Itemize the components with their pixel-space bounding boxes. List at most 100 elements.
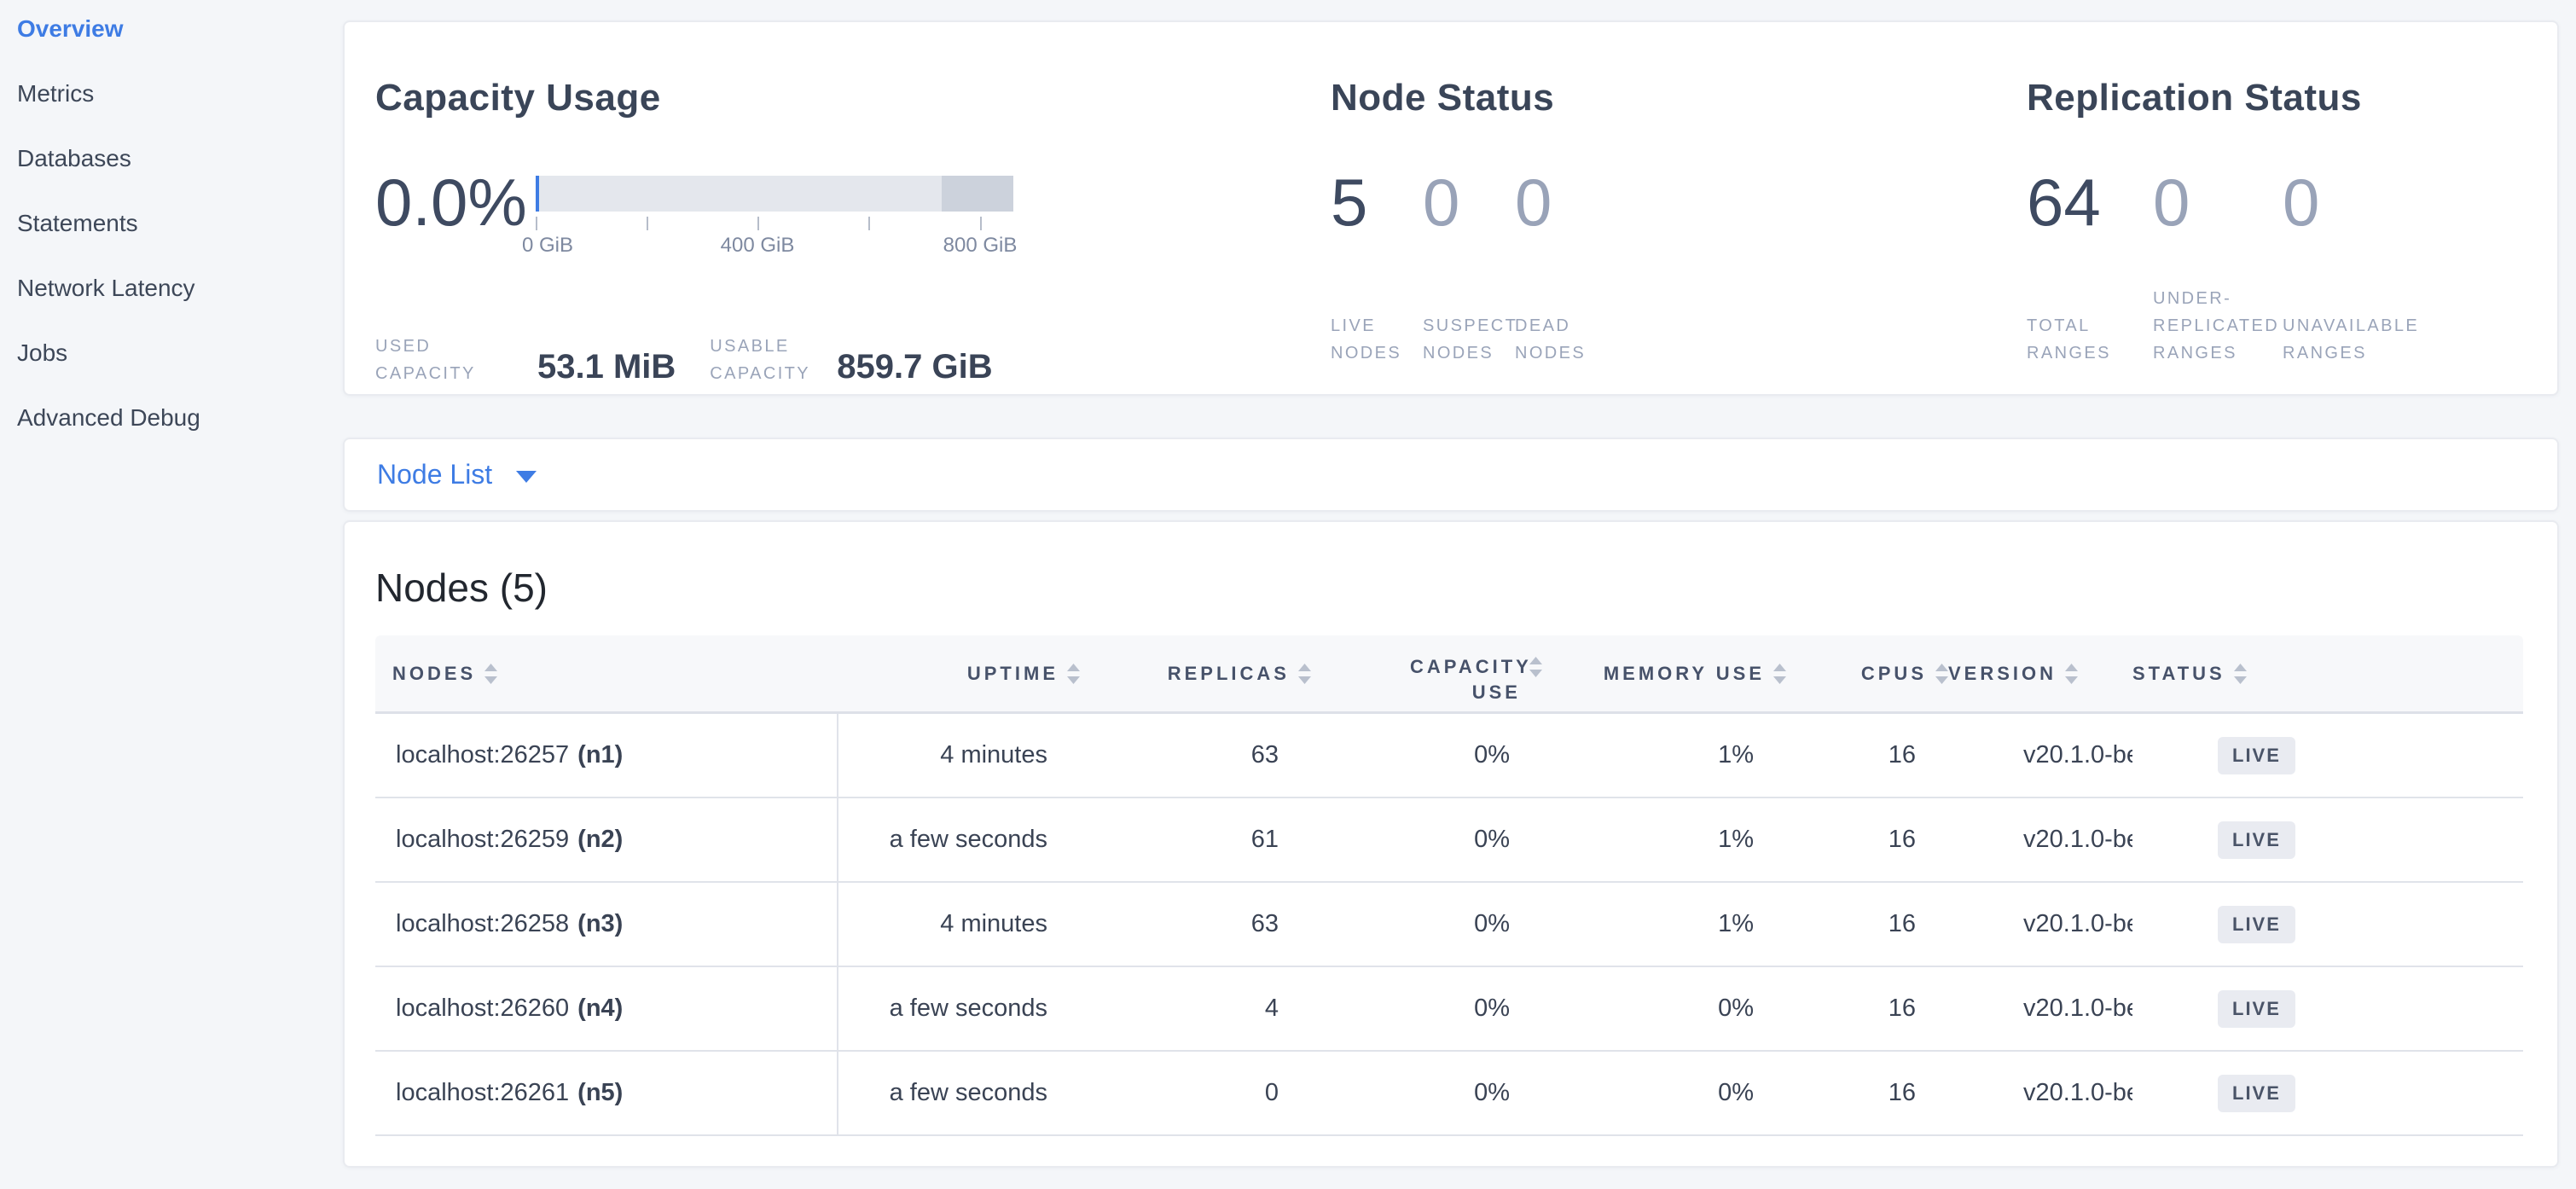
column-header-nodes[interactable]: NODES	[375, 663, 838, 685]
axis-tick-label: 0 GiB	[522, 234, 573, 258]
version-cell: v20.1.0-bet…	[1948, 826, 2132, 854]
capacity-use-cell: 0%	[1311, 910, 1542, 938]
column-header-label: NODES	[392, 663, 476, 685]
uptime-cell: 4 minutes	[838, 741, 1080, 769]
table-row[interactable]: localhost:26260 (n4) a few seconds 4 0% …	[375, 967, 2523, 1052]
sidebar-item-databases[interactable]: Databases	[17, 135, 131, 183]
sort-icon[interactable]	[484, 663, 497, 685]
cpus-cell: 16	[1786, 741, 1948, 769]
suspect-nodes-count: 0	[1423, 169, 1459, 235]
sort-icon[interactable]	[1298, 663, 1311, 685]
capacity-bar-axis: 0 GiB 400 GiB 800 GiB	[536, 212, 1013, 263]
replicas-cell: 4	[1080, 995, 1311, 1023]
axis-tick	[757, 217, 759, 230]
memory-use-cell: 0%	[1542, 1079, 1786, 1107]
column-header-cpus[interactable]: CPUS	[1786, 663, 1948, 685]
node-id: (n1)	[577, 741, 623, 769]
axis-tick	[980, 217, 982, 230]
used-capacity-label: USED CAPACITY	[375, 333, 505, 387]
node-address: localhost:26257	[396, 741, 569, 769]
memory-use-cell: 0%	[1542, 995, 1786, 1023]
column-header-label: STATUS	[2132, 663, 2225, 685]
dead-nodes-count: 0	[1515, 169, 1552, 235]
node-id: (n5)	[577, 1079, 623, 1107]
column-header-label: VERSION	[1948, 663, 2057, 685]
cpus-cell: 16	[1786, 995, 1948, 1023]
sort-icon[interactable]	[1067, 663, 1080, 685]
table-row[interactable]: localhost:26257 (n1) 4 minutes 63 0% 1% …	[375, 714, 2523, 798]
node-address-cell[interactable]: localhost:26260 (n4)	[375, 967, 838, 1050]
column-header-version[interactable]: VERSION	[1948, 663, 2132, 685]
node-address: localhost:26260	[396, 995, 569, 1023]
column-header-label: CAPACITY USE	[1410, 654, 1521, 705]
table-row[interactable]: localhost:26261 (n5) a few seconds 0 0% …	[375, 1052, 2523, 1136]
cpus-cell: 16	[1786, 826, 1948, 854]
version-cell: v20.1.0-bet…	[1948, 1079, 2132, 1107]
column-header-capacity-use[interactable]: CAPACITY USE	[1311, 642, 1542, 705]
status-cell: LIVE	[2132, 906, 2523, 943]
sidebar-item-statements[interactable]: Statements	[17, 200, 138, 247]
nodes-table-card: Nodes (5) NODES UPTIME REPLICAS CAPACITY…	[343, 520, 2559, 1168]
column-header-label: MEMORY USE	[1604, 663, 1765, 685]
axis-tick-label: 800 GiB	[943, 234, 1018, 258]
memory-use-cell: 1%	[1542, 741, 1786, 769]
status-cell: LIVE	[2132, 1075, 2523, 1112]
table-row[interactable]: localhost:26258 (n3) 4 minutes 63 0% 1% …	[375, 883, 2523, 967]
capacity-bar-used-segment	[536, 176, 539, 212]
cpus-cell: 16	[1786, 1079, 1948, 1107]
replication-status-title: Replication Status	[2027, 77, 2362, 119]
memory-use-cell: 1%	[1542, 910, 1786, 938]
capacity-bar-track	[536, 176, 1013, 212]
column-header-uptime[interactable]: UPTIME	[838, 663, 1080, 685]
unavailable-ranges-count: 0	[2283, 169, 2319, 235]
node-list-dropdown-label: Node List	[377, 459, 492, 490]
sidebar-item-network-latency[interactable]: Network Latency	[17, 264, 195, 312]
node-list-dropdown[interactable]: Node List	[345, 459, 537, 490]
used-capacity-value: 53.1 MiB	[537, 350, 676, 384]
column-header-label: REPLICAS	[1168, 663, 1290, 685]
sidebar: Overview Metrics Databases Statements Ne…	[0, 0, 341, 1189]
status-cell: LIVE	[2132, 990, 2523, 1028]
node-status-stats: 5 LIVE NODES 0 SUSPECT NODES 0 DEAD NODE…	[1331, 165, 1928, 367]
capacity-bar-reserved-segment	[942, 176, 1013, 212]
status-cell: LIVE	[2132, 737, 2523, 774]
total-ranges-label: TOTAL RANGES	[2027, 312, 2121, 367]
node-address-cell[interactable]: localhost:26258 (n3)	[375, 883, 838, 966]
node-address-cell[interactable]: localhost:26259 (n2)	[375, 798, 838, 881]
column-header-replicas[interactable]: REPLICAS	[1080, 663, 1311, 685]
dead-nodes-label: DEAD NODES	[1515, 312, 1600, 367]
sort-icon[interactable]	[2234, 663, 2247, 685]
status-badge: LIVE	[2218, 990, 2295, 1028]
column-header-memory-use[interactable]: MEMORY USE	[1542, 663, 1786, 685]
sidebar-item-overview[interactable]: Overview	[17, 5, 124, 53]
cpus-cell: 16	[1786, 910, 1948, 938]
table-row[interactable]: localhost:26259 (n2) a few seconds 61 0%…	[375, 798, 2523, 883]
sidebar-item-advanced-debug[interactable]: Advanced Debug	[17, 394, 200, 442]
capacity-usage-bar: 0 GiB 400 GiB 800 GiB	[536, 176, 1013, 263]
column-header-label: UPTIME	[967, 663, 1059, 685]
axis-tick	[536, 217, 537, 230]
sort-icon[interactable]	[2065, 663, 2078, 685]
live-nodes-count: 5	[1331, 169, 1367, 235]
sort-icon[interactable]	[1773, 663, 1786, 685]
version-cell: v20.1.0-bet…	[1948, 995, 2132, 1023]
total-ranges-count: 64	[2027, 169, 2101, 235]
sort-icon[interactable]	[1529, 656, 1542, 678]
node-address-cell[interactable]: localhost:26261 (n5)	[375, 1052, 838, 1134]
version-cell: v20.1.0-bet…	[1948, 910, 2132, 938]
chevron-down-icon	[516, 471, 537, 483]
sidebar-item-jobs[interactable]: Jobs	[17, 329, 67, 377]
node-status-title: Node Status	[1331, 77, 1554, 119]
capacity-use-cell: 0%	[1311, 741, 1542, 769]
sidebar-item-metrics[interactable]: Metrics	[17, 70, 94, 118]
uptime-cell: a few seconds	[838, 1079, 1080, 1107]
nodes-table-heading: Nodes (5)	[375, 565, 548, 611]
replicas-cell: 61	[1080, 826, 1311, 854]
replication-status-stats: 64 TOTAL RANGES 0 UNDER-REPLICATED RANGE…	[2027, 165, 2556, 367]
sort-icon[interactable]	[1935, 663, 1948, 685]
node-id: (n2)	[577, 826, 623, 854]
status-badge: LIVE	[2218, 737, 2295, 774]
axis-tick	[868, 217, 870, 230]
node-address-cell[interactable]: localhost:26257 (n1)	[375, 714, 838, 797]
column-header-status[interactable]: STATUS	[2132, 663, 2523, 685]
